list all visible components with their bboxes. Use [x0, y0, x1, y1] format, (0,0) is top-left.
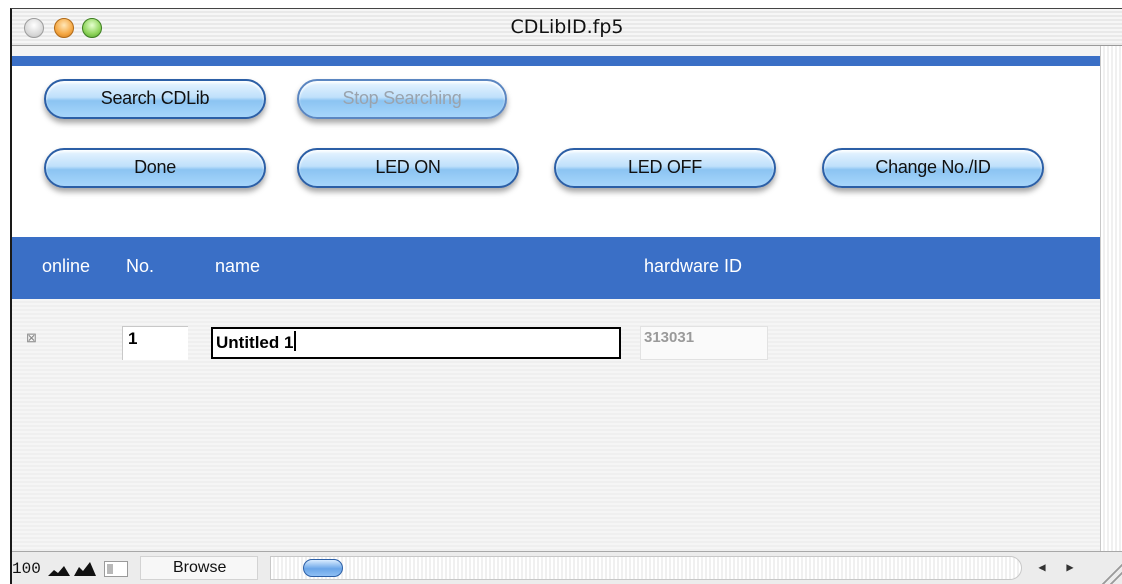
change-no-id-button[interactable]: Change No./ID: [822, 148, 1044, 188]
done-button[interactable]: Done: [44, 148, 266, 188]
status-bar: 100 Browse ◀ ▶: [12, 551, 1122, 584]
app-window: CDLibID.fp5 Search CDLib Stop Searching …: [10, 8, 1122, 584]
column-header: online No. name hardware ID: [12, 237, 1100, 299]
title-bar[interactable]: CDLibID.fp5: [12, 9, 1122, 46]
zoom-level[interactable]: 100: [12, 560, 41, 578]
layout-area: Search CDLib Stop Searching Done LED ON …: [12, 46, 1100, 551]
status-area-icon[interactable]: [104, 561, 128, 577]
resize-grip-icon[interactable]: [1100, 551, 1122, 584]
horizontal-scrollbar[interactable]: [270, 556, 1022, 580]
led-on-button[interactable]: LED ON: [297, 148, 519, 188]
scroll-right-arrow-icon[interactable]: ▶: [1056, 556, 1084, 580]
column-hardware-id: hardware ID: [644, 256, 743, 276]
window-title: CDLibID.fp5: [510, 16, 624, 38]
column-online: online: [42, 256, 91, 276]
vertical-scrollbar[interactable]: [1100, 46, 1122, 551]
scroll-left-arrow-icon[interactable]: ◀: [1028, 556, 1056, 580]
stop-searching-button[interactable]: Stop Searching: [297, 79, 507, 119]
checkbox-x-icon[interactable]: ⊠: [26, 331, 39, 344]
scroll-thumb[interactable]: [303, 559, 343, 577]
column-no: No.: [126, 256, 155, 276]
header-strip: [12, 56, 1100, 66]
record-row: ⊠ 1 Untitled 1 313031: [12, 299, 1100, 551]
mountain-small-icon[interactable]: [48, 562, 70, 576]
hardware-id-field[interactable]: 313031: [640, 326, 768, 360]
led-off-button[interactable]: LED OFF: [554, 148, 776, 188]
mode-selector[interactable]: Browse: [140, 556, 258, 580]
name-field-value: Untitled 1: [216, 333, 294, 352]
column-name: name: [215, 256, 261, 276]
mountain-large-icon[interactable]: [74, 562, 96, 576]
button-panel: Search CDLib Stop Searching Done LED ON …: [12, 66, 1100, 237]
text-cursor: [294, 331, 297, 351]
name-field[interactable]: Untitled 1: [211, 327, 621, 359]
search-cdlib-button[interactable]: Search CDLib: [44, 79, 266, 119]
number-field[interactable]: 1: [122, 326, 188, 360]
scroll-arrows: ◀ ▶: [1028, 556, 1096, 580]
